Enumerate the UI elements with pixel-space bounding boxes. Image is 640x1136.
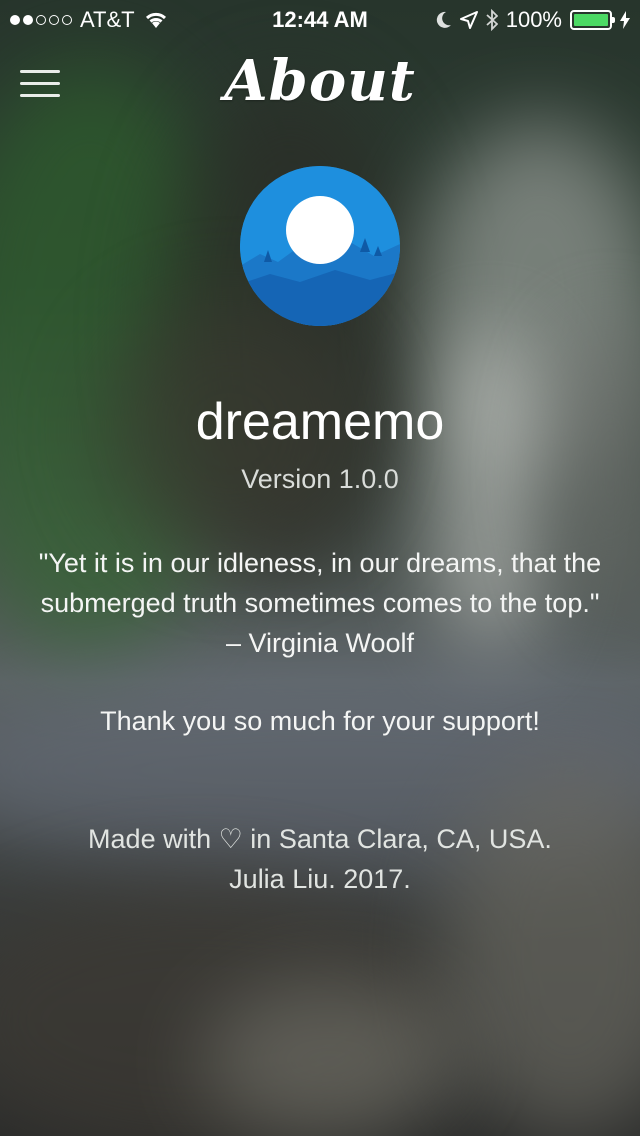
credit-line-location: Made with ♡ in Santa Clara, CA, USA.: [88, 824, 552, 854]
navigation-bar: About: [0, 48, 640, 118]
page-title: About: [224, 48, 416, 114]
charging-bolt-icon: [620, 11, 630, 29]
quote-text: "Yet it is in our idleness, in our dream…: [38, 548, 602, 658]
location-arrow-icon: [459, 11, 478, 29]
bluetooth-icon: [486, 9, 498, 31]
carrier-label: AT&T: [80, 7, 135, 32]
battery-icon: [570, 10, 615, 30]
app-version: Version 1.0.0: [241, 464, 399, 494]
credit-line-author: Julia Liu. 2017.: [229, 864, 411, 894]
signal-strength-icon: [10, 15, 72, 25]
status-bar: AT&T 12:44 AM 100%: [0, 0, 640, 40]
thanks-text: Thank you so much for your support!: [100, 706, 540, 736]
app-name: dreamemo: [195, 393, 445, 451]
app-logo-icon: [240, 166, 400, 326]
about-content: dreamemo Version 1.0.0 "Yet it is in our…: [0, 160, 640, 899]
battery-percent: 100%: [505, 7, 562, 32]
moon-icon: [436, 11, 451, 28]
credits: Made with ♡ in Santa Clara, CA, USA. Jul…: [0, 819, 640, 899]
wifi-icon: [145, 12, 166, 28]
